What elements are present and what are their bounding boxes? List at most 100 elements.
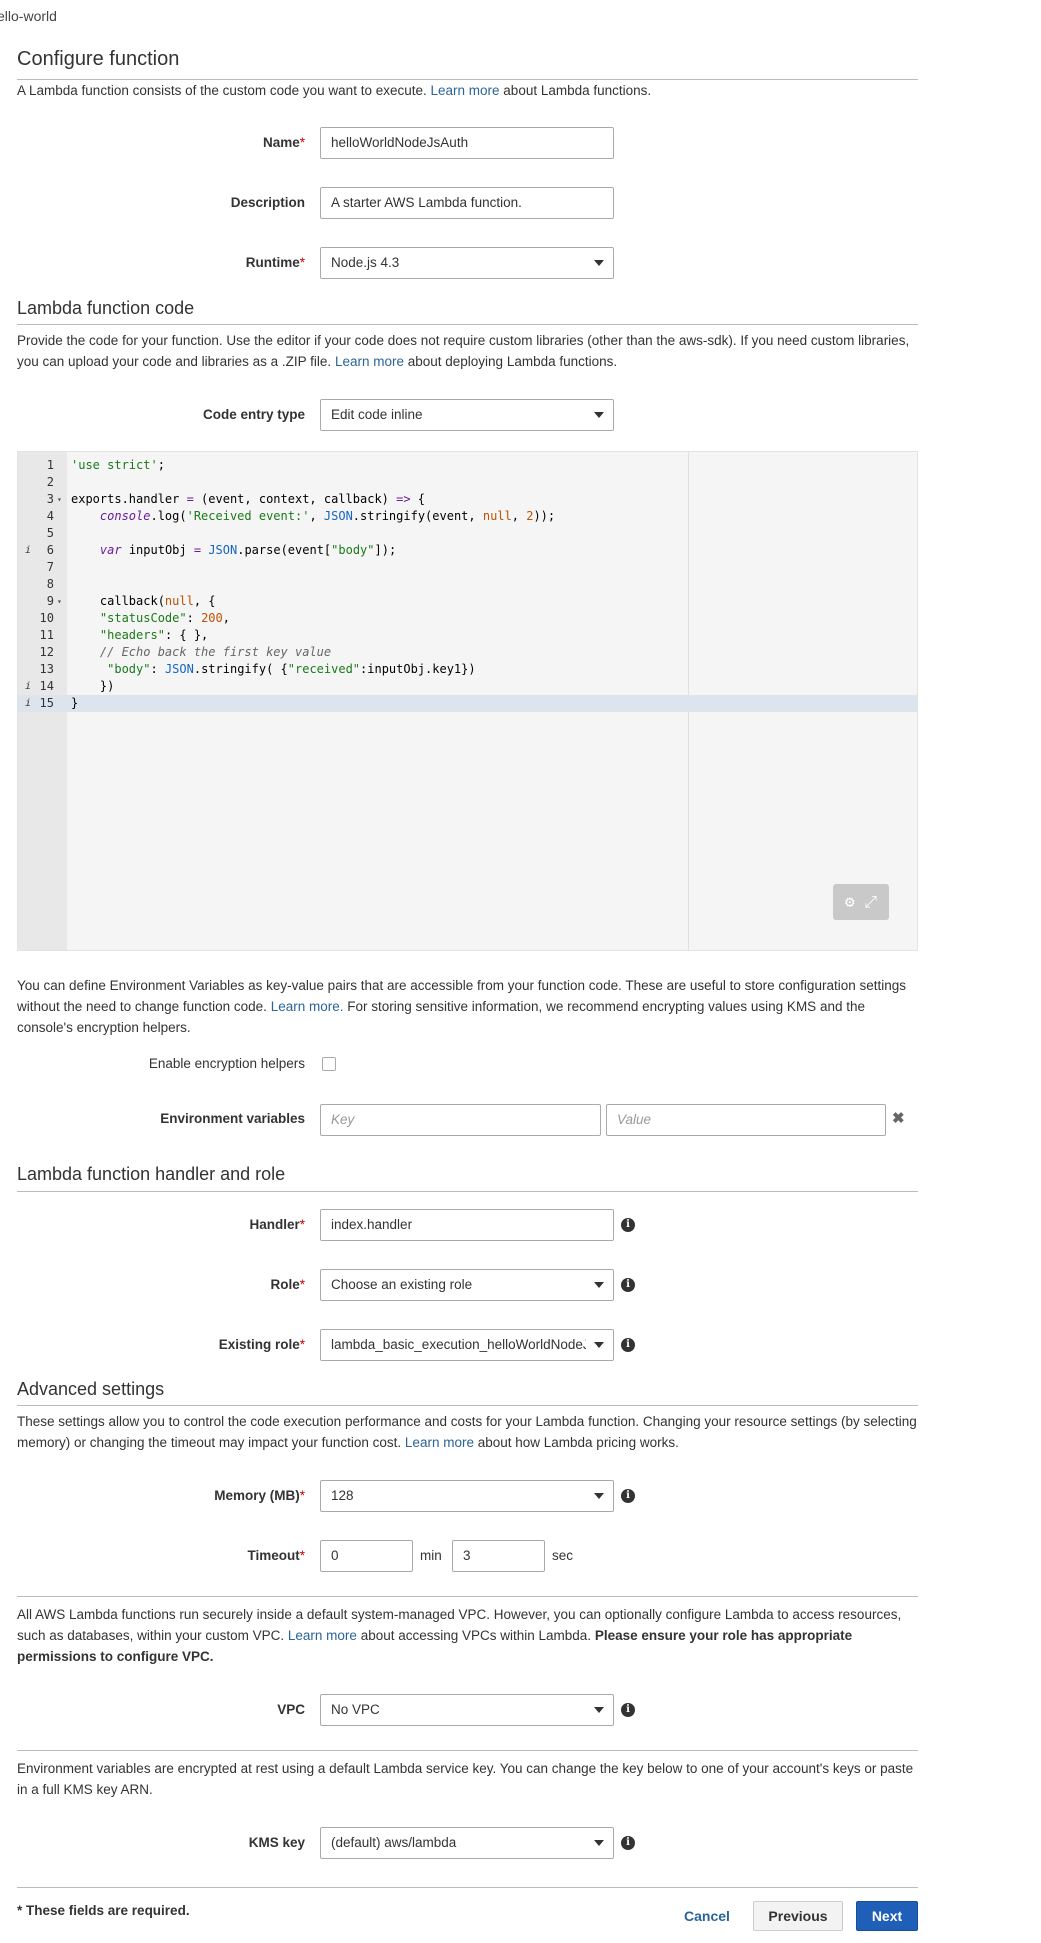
existing-role-selected-value: lambda_basic_execution_helloWorldNodeJsA… [331,1337,586,1352]
line-number: 2 [46,475,54,489]
timeout-seconds-input[interactable]: 3 [452,1540,545,1572]
code-line[interactable]: 9 ▾ callback(null, { [18,593,917,610]
runtime-selected-value: Node.js 4.3 [331,255,400,270]
code-text: console.log('Received event:', JSON.stri… [99,509,556,523]
code-line[interactable]: 6 i var inputObj = JSON.parse(event["body… [18,542,917,559]
required-mark: * [299,135,305,150]
chevron-down-icon [594,1707,604,1713]
advanced-settings-title: Advanced settings [17,1379,165,1399]
gear-icon[interactable]: ⚙ [845,892,855,911]
info-icon[interactable]: i [621,1703,635,1717]
encryption-helpers-checkbox[interactable] [322,1057,336,1071]
expand-icon[interactable]: ⤢ [864,892,877,911]
env-value-input[interactable]: Value [606,1104,886,1136]
description-label-text: Description [230,195,305,210]
remove-variable-icon[interactable]: ✖ [892,1109,905,1127]
code-line[interactable]: 10 "statusCode": 200, [18,610,917,627]
role-label: Role* [0,1277,305,1292]
code-line[interactable]: 11 "headers": { }, [18,627,917,644]
handler-label-text: Handler [249,1217,300,1232]
line-number: 8 [46,577,54,591]
learn-more-link[interactable]: Learn more [335,354,404,369]
next-button[interactable]: Next [856,1901,918,1931]
chevron-down-icon [594,412,604,418]
code-entry-type-label: Code entry type [202,407,305,422]
editor-tools-button[interactable]: ⚙ ⤢ [833,884,889,920]
description-label: Description [0,195,305,210]
code-line[interactable]: 4 console.log('Received event:', JSON.st… [18,508,917,525]
learn-more-link[interactable]: Learn more [431,83,500,98]
code-line[interactable]: 8 [18,576,917,593]
line-number: 7 [46,560,54,574]
line-number: 14 [39,679,54,693]
timeout-minutes-input[interactable]: 0 [320,1540,413,1572]
seconds-unit: sec [552,1548,574,1563]
code-line[interactable]: 3 ▾ exports.handler = (event, context, cal… [18,491,917,508]
memory-select[interactable]: 128 [320,1480,614,1512]
line-number: 5 [46,526,54,540]
code-editor[interactable]: 1'use strict'; 2 3 ▾ exports.handler = (even… [17,451,918,951]
line-number: 9 [46,594,54,608]
fold-toggle-icon[interactable]: ▾ [57,491,62,508]
runtime-select[interactable]: Node.js 4.3 [320,247,614,279]
divider [17,1596,918,1597]
fold-toggle-icon[interactable]: ▾ [57,593,62,610]
code-line[interactable]: 15 i} [18,695,917,712]
kms-key-selected-value: (default) aws/lambda [331,1835,457,1850]
divider [17,324,918,325]
description-field[interactable]: A starter AWS Lambda function. [320,187,614,219]
vpc-select[interactable]: No VPC [320,1694,614,1726]
info-icon[interactable]: i [621,1489,635,1503]
configure-function-title: Configure function [17,48,180,70]
memory-label: Memory (MB)* [0,1488,305,1503]
code-text: } [71,696,79,710]
previous-button[interactable]: Previous [753,1901,843,1931]
line-number: 12 [39,645,54,659]
timeout-label-text: Timeout [247,1548,300,1563]
required-mark: * [299,1217,305,1232]
learn-more-link[interactable]: Learn more [288,1628,357,1643]
learn-more-link[interactable]: Learn more [405,1435,474,1450]
info-icon[interactable]: i [621,1218,635,1232]
code-line[interactable]: 1 'use strict'; [18,457,917,474]
handler-label: Handler* [0,1217,305,1232]
line-number: 11 [39,628,54,642]
existing-role-select[interactable]: lambda_basic_execution_helloWorldNodeJsA… [320,1329,614,1361]
name-label: Name* [0,135,305,150]
handler-field[interactable]: index.handler [320,1209,614,1241]
code-line[interactable]: 2 [18,474,917,491]
info-icon[interactable]: i [621,1278,635,1292]
role-select[interactable]: Choose an existing role [320,1269,614,1301]
code-line[interactable]: 7 [18,559,917,576]
breadcrumb[interactable]: ello-world [0,8,57,24]
env-key-input[interactable]: Key [320,1104,601,1136]
line-number: 4 [46,509,54,523]
code-entry-type-select[interactable]: Edit code inline [320,399,614,431]
encryption-helpers-label: Enable encryption helpers [148,1056,305,1071]
existing-role-label: Existing role* [0,1337,305,1352]
cancel-button[interactable]: Cancel [672,1901,742,1931]
code-line[interactable]: 12 // Echo back the first key value [18,644,917,661]
timeout-label: Timeout* [0,1548,305,1563]
memory-label-text: Memory (MB) [214,1488,300,1503]
code-text: }) [71,679,115,693]
line-number: 10 [39,611,54,625]
info-icon[interactable]: i [621,1338,635,1352]
required-mark: * [299,1488,305,1503]
learn-more-link[interactable]: Learn more. [271,999,344,1014]
code-line[interactable]: 14 i }) [18,678,917,695]
kms-key-select[interactable]: (default) aws/lambda [320,1827,614,1859]
code-line[interactable]: 5 [18,525,917,542]
memory-selected-value: 128 [331,1488,354,1503]
chevron-down-icon [594,260,604,266]
info-icon[interactable]: i [621,1836,635,1850]
role-label-text: Role [270,1277,300,1292]
code-line[interactable]: 13 "body": JSON.stringify( {"received":i… [18,661,917,678]
code-text: exports.handler = (event, context, callb… [71,492,426,506]
divider [17,1191,918,1192]
info-annotation-icon: i [25,681,32,692]
required-fields-note: * These fields are required. [17,1903,190,1918]
vpc-para-text-end: about accessing VPCs within Lambda. [356,1628,595,1643]
chevron-down-icon [594,1342,604,1348]
name-field[interactable]: helloWorldNodeJsAuth [320,127,614,159]
